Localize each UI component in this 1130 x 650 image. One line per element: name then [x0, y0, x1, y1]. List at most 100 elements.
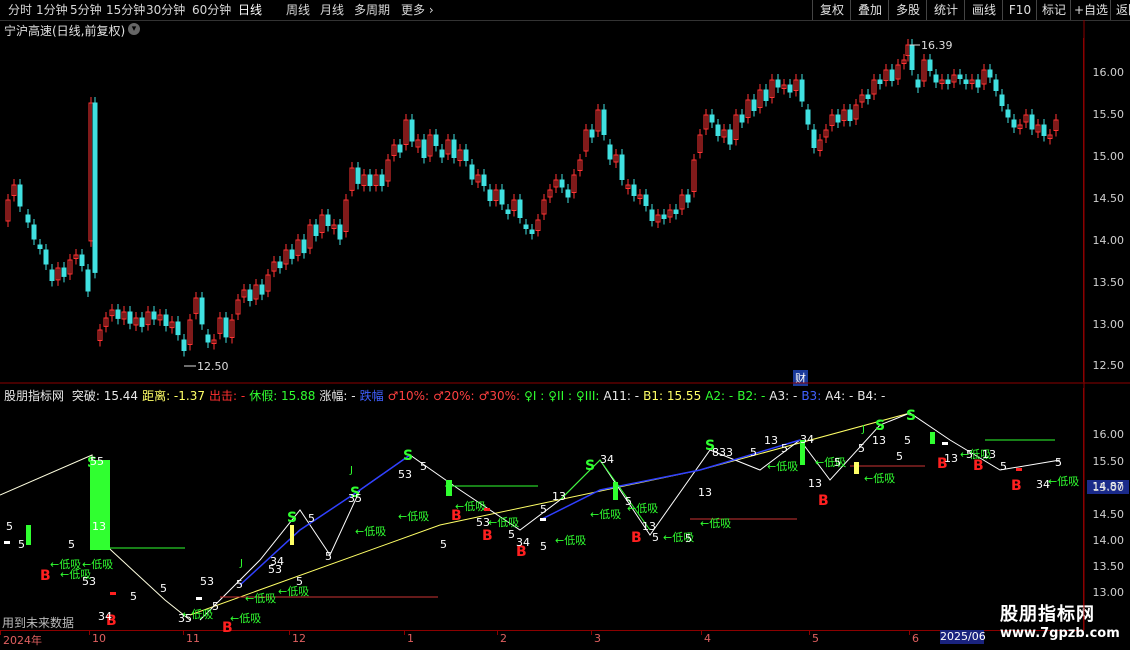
candle-body [199, 297, 205, 325]
candle-body [31, 224, 37, 240]
candle-body [451, 139, 457, 158]
candle-body [975, 79, 981, 88]
number-label: 34 [516, 536, 530, 549]
candle-body [607, 144, 613, 160]
candle-body [205, 334, 211, 343]
signal-bar [446, 480, 452, 496]
number-label: 53 [268, 563, 282, 576]
candle-body [649, 209, 655, 221]
number-label: 5 [212, 600, 219, 613]
number-label: 13 [872, 434, 886, 447]
chart-canvas[interactable]: 16.3912.50BB BBBBBBB BBSSSSSSSS←低吸←低吸←低吸←低… [0, 0, 1130, 650]
number-label: 13 [698, 486, 712, 499]
tick-marker [196, 597, 202, 600]
price-tick: 15.50 [1092, 108, 1125, 121]
dip-signal: ←低吸 [278, 585, 309, 598]
dip-signal: ←低吸 [700, 517, 731, 530]
sell-signal: S [875, 418, 885, 434]
sell-signal: S [906, 408, 916, 424]
price-tick: 13.50 [1092, 276, 1125, 289]
candle-body [223, 317, 229, 338]
candle-body [805, 109, 811, 125]
signal-bar [290, 525, 294, 545]
number-label: 34 [600, 453, 614, 466]
number-label: 35 [348, 492, 362, 505]
candle-body [601, 109, 607, 135]
dip-signal: ←低吸 [555, 534, 586, 547]
candle-body [643, 194, 649, 206]
candle-body [469, 164, 475, 180]
candle-body [957, 74, 963, 79]
number-label: 13 [944, 452, 958, 465]
candle-body [945, 79, 951, 84]
price-tick: 16.00 [1092, 66, 1125, 79]
candle-body [751, 99, 757, 111]
number-label: 13 [764, 434, 778, 447]
candle-body [277, 261, 283, 269]
candle-body [259, 284, 265, 295]
candle-body [163, 314, 169, 326]
candle-body [877, 79, 883, 84]
candle-body [993, 79, 999, 91]
candle-body [301, 239, 307, 254]
candle-body [397, 144, 403, 153]
candle-body [61, 267, 67, 277]
candle-body [181, 339, 187, 351]
candle-body [43, 249, 49, 265]
number-label: 5 [6, 520, 13, 533]
dip-signal: ←低吸 [455, 500, 486, 513]
candle-body [889, 69, 895, 81]
candle-body [987, 69, 993, 78]
candle-body [631, 184, 637, 196]
candle-body [565, 189, 571, 198]
candle-body [915, 79, 921, 88]
dip-signal: ←低吸 [82, 558, 113, 571]
number-label: 5 [966, 448, 973, 461]
candle-body [481, 174, 487, 186]
number-label: 34 [98, 610, 112, 623]
candle-body [115, 309, 121, 319]
sell-signal: S [585, 458, 595, 474]
indicator-tick: 15.50 [1092, 455, 1125, 468]
indicator-tick: 13.50 [1092, 560, 1125, 573]
price-tick: 14.00 [1092, 234, 1125, 247]
number-label: 5 [1000, 460, 1007, 473]
number-label: 5 [540, 503, 547, 516]
high-label: 16.39 [921, 39, 953, 52]
candle-body [463, 149, 469, 161]
candle-body [487, 189, 493, 201]
candle-body [175, 321, 181, 336]
candle-body [529, 229, 535, 234]
dip-signal: ←低吸 [245, 592, 276, 605]
number-label: 5 [130, 590, 137, 603]
candle-body [787, 84, 793, 93]
candle-body [439, 149, 445, 158]
dip-signal: ←低吸 [355, 525, 386, 538]
candle-body [505, 209, 511, 214]
number-label: 13 [808, 477, 822, 490]
candle-body [715, 124, 721, 136]
candle-body [775, 79, 781, 88]
candle-body [355, 167, 361, 184]
candle-body [847, 109, 853, 121]
candle-body [1041, 124, 1047, 136]
number-label: 5 [781, 442, 788, 455]
buy-signal: B [482, 528, 493, 544]
candle-body [1011, 119, 1017, 128]
signal-bar [613, 482, 618, 500]
candle-body [709, 114, 715, 123]
candle-body [1029, 114, 1035, 130]
price-tick: 12.50 [1092, 359, 1125, 372]
candle-body [85, 269, 91, 292]
candle-body [421, 139, 427, 158]
candle-body [367, 174, 373, 186]
candle-body [811, 129, 817, 148]
candle-body [727, 129, 733, 145]
signal-bar [90, 460, 110, 550]
candle-body [685, 194, 691, 203]
candle-body [313, 224, 319, 236]
candle-body [933, 74, 939, 83]
number-label: 5 [540, 540, 547, 553]
price-tick: 13.00 [1092, 318, 1125, 331]
dip-signal: ←低吸 [864, 472, 895, 485]
